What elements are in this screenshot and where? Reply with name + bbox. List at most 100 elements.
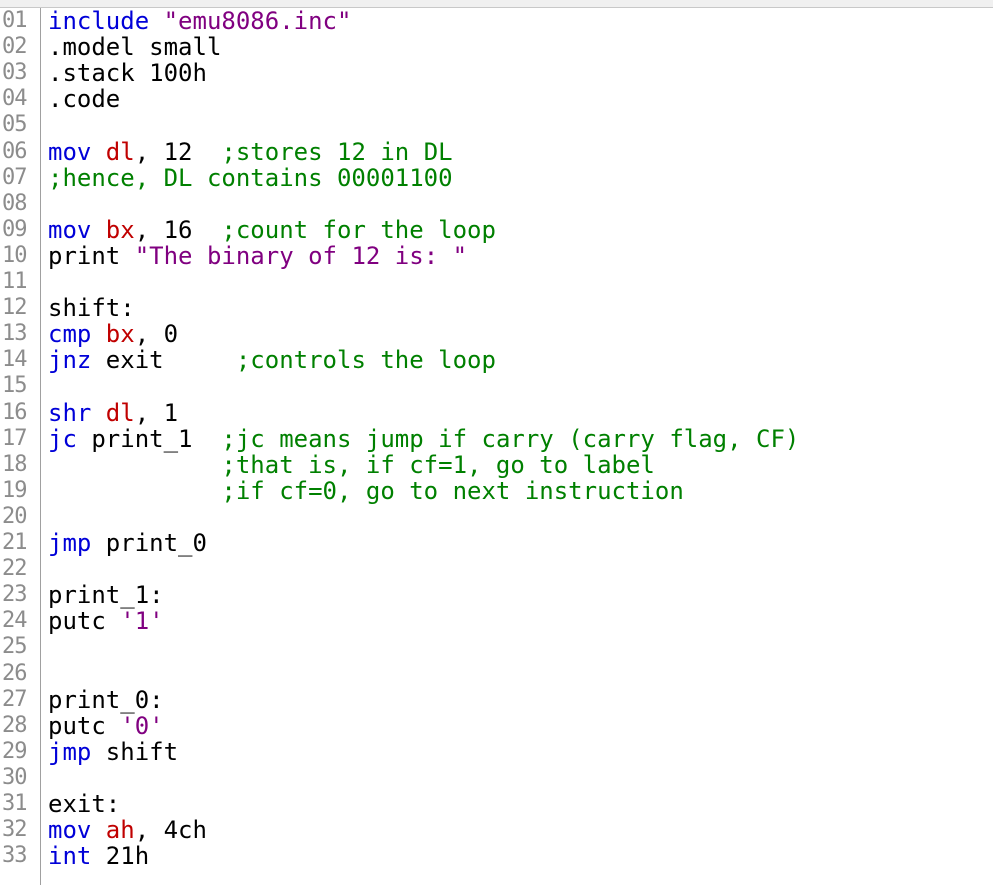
line-number: 26 [2, 660, 28, 686]
text-token: print_0: [48, 685, 164, 714]
code-line[interactable]: 25 [0, 634, 993, 660]
code-text: cmp bx, 0 [48, 321, 178, 347]
line-number: 29 [2, 738, 28, 764]
code-text: .stack 100h [48, 60, 207, 86]
keyword-token: jnz [48, 346, 106, 375]
code-line[interactable]: 04 .code [0, 86, 993, 112]
code-text: jmp print_0 [48, 530, 207, 556]
line-number: 03 [2, 60, 28, 86]
code-line[interactable]: 05 [0, 112, 993, 138]
code-line[interactable]: 13 cmp bx, 0 [0, 321, 993, 347]
code-line[interactable]: 21 jmp print_0 [0, 530, 993, 556]
code-line[interactable]: 19 ;if cf=0, go to next instruction [0, 478, 993, 504]
code-line[interactable]: 23 print_1: [0, 582, 993, 608]
code-text: include "emu8086.inc" [48, 8, 351, 34]
code-text: putc '0' [48, 713, 164, 739]
code-text: mov bx, 16 ;count for the loop [48, 217, 496, 243]
comment-token: ;stores 12 in DL [221, 137, 453, 166]
keyword-token: jmp [48, 737, 106, 766]
code-line[interactable]: 22 [0, 556, 993, 582]
register-token: ah [105, 816, 135, 845]
code-line[interactable]: 27 print_0: [0, 687, 993, 713]
register-token: dl [105, 398, 135, 427]
code-line[interactable]: 31 exit: [0, 791, 993, 817]
string-token: '0' [120, 711, 164, 740]
code-line[interactable]: 20 [0, 504, 993, 530]
code-line[interactable]: 09 mov bx, 16 ;count for the loop [0, 217, 993, 243]
text-token: shift [105, 737, 179, 766]
code-line[interactable]: 30 [0, 765, 993, 791]
text-token: .model small [48, 33, 222, 62]
line-number: 31 [2, 791, 28, 816]
line-number: 30 [2, 764, 28, 790]
text-token: print_1: [48, 581, 164, 610]
text-token: .stack 100h [48, 59, 207, 88]
line-number: 13 [2, 321, 28, 347]
line-number: 27 [2, 686, 28, 712]
comment-token: ;controls the loop [235, 346, 496, 375]
code-line[interactable]: 17 jc print_1 ;jc means jump if carry (ca… [0, 426, 993, 452]
line-number: 20 [2, 503, 28, 529]
comment-token: ;that is, if cf=1, go to label [221, 450, 655, 479]
keyword-token: mov [48, 137, 106, 166]
text-token: print [48, 241, 135, 270]
code-text: ;if cf=0, go to next instruction [48, 477, 683, 505]
code-line[interactable]: 26 [0, 661, 993, 687]
line-number: 09 [2, 216, 28, 242]
line-number: 16 [2, 399, 28, 425]
code-line[interactable]: 07 ;hence, DL contains 00001100 [0, 165, 993, 191]
code-line[interactable]: 12 shift: [0, 295, 993, 321]
text-token: 21h [105, 842, 150, 871]
code-line[interactable]: 14 jnz exit ;controls the loop [0, 347, 993, 373]
line-number: 14 [2, 347, 28, 373]
line-number: 33 [2, 843, 28, 869]
line-number: 18 [2, 451, 28, 477]
keyword-token: int [48, 842, 106, 871]
code-line[interactable]: 06 mov dl, 12 ;stores 12 in DL [0, 139, 993, 165]
text-token: , 1 [134, 398, 179, 427]
code-line[interactable]: 10 print "The binary of 12 is: " [0, 243, 993, 269]
code-text: jc print_1 ;jc means jump if carry (carr… [48, 426, 799, 452]
line-number: 22 [2, 556, 28, 582]
code-line[interactable]: 29 jmp shift [0, 739, 993, 765]
line-number: 28 [2, 712, 28, 738]
code-line[interactable]: 01 include "emu8086.inc" [0, 8, 993, 34]
line-number: 02 [2, 34, 28, 60]
code-editor[interactable]: 01 include "emu8086.inc" 02 .model small 03.… [0, 8, 993, 885]
text-token: putc [48, 711, 121, 740]
line-number: 24 [2, 608, 28, 634]
line-number: 10 [2, 242, 28, 268]
string-token: '1' [120, 607, 164, 636]
register-token: bx [105, 320, 135, 349]
code-line[interactable]: 08 [0, 191, 993, 217]
text-token: , 12 [134, 137, 222, 166]
code-line[interactable]: 15 [0, 373, 993, 399]
code-line[interactable]: 24 putc '1' [0, 608, 993, 634]
line-number: 21 [2, 530, 28, 555]
line-number: 19 [2, 477, 28, 503]
code-line[interactable]: 11 [0, 269, 993, 295]
code-line[interactable]: 18 ;that is, if cf=1, go to label [0, 452, 993, 478]
code-line[interactable]: 33 int 21h [0, 843, 993, 869]
text-token: shift: [48, 294, 135, 323]
code-line[interactable]: 28 putc '0' [0, 713, 993, 739]
code-line[interactable]: 16 shr dl, 1 [0, 400, 993, 426]
text-token: putc [48, 607, 121, 636]
code-line[interactable]: 02 .model small [0, 34, 993, 60]
line-number: 11 [2, 269, 28, 294]
code-line[interactable]: 03 .stack 100h [0, 60, 993, 86]
line-number: 08 [2, 190, 28, 216]
text-token: exit: [48, 790, 121, 818]
code-text: .code [48, 86, 120, 112]
code-text: int 21h [48, 843, 149, 869]
line-number: 01 [2, 8, 28, 33]
text-token: , 16 [134, 215, 222, 244]
line-number: 04 [2, 86, 28, 112]
line-number: 23 [2, 582, 28, 608]
keyword-token: mov [48, 215, 106, 244]
text-token: exit [105, 346, 236, 375]
code-line[interactable]: 32 mov ah, 4ch [0, 817, 993, 843]
comment-token: ;jc means jump if carry (carry flag, CF) [221, 424, 800, 453]
